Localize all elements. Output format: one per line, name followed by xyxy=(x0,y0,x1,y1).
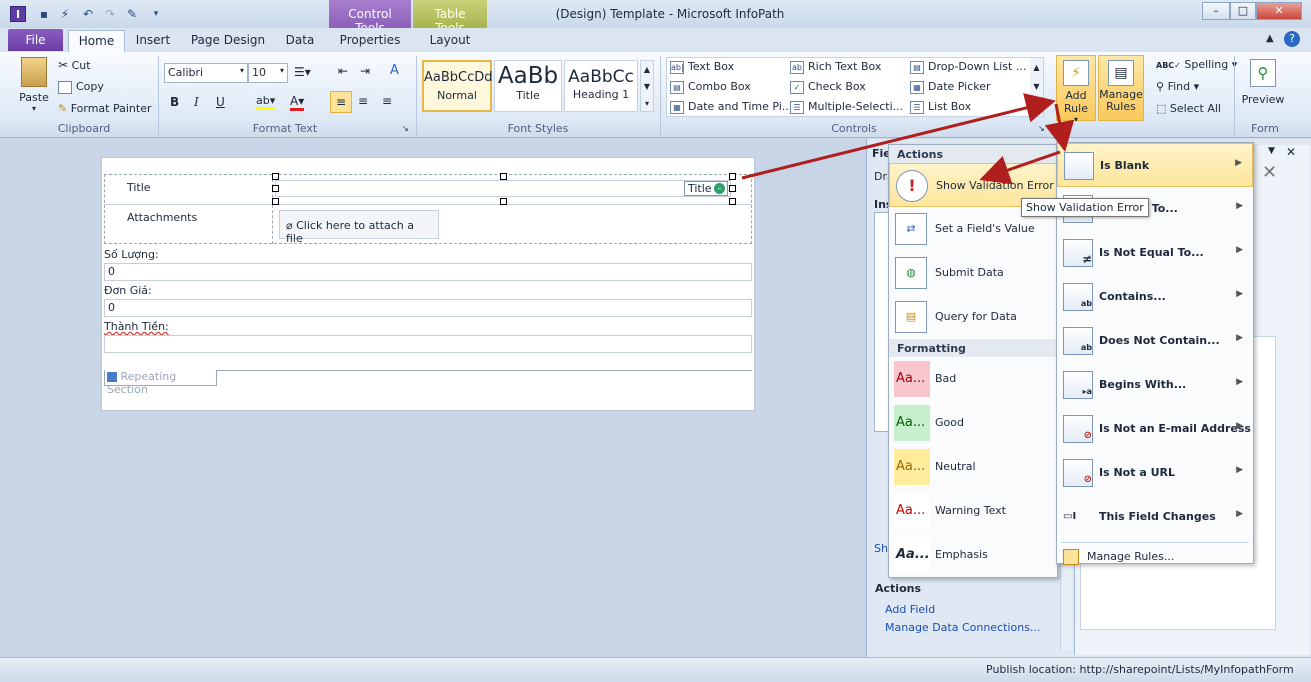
annotation-arrows xyxy=(741,93,1075,185)
arrow-to-is-blank xyxy=(1044,103,1075,152)
arrow-to-add-rule xyxy=(741,93,1056,180)
publish-location: Publish location: http://sharepoint/List… xyxy=(986,663,1294,676)
arrow-to-show-validation xyxy=(979,150,1061,185)
